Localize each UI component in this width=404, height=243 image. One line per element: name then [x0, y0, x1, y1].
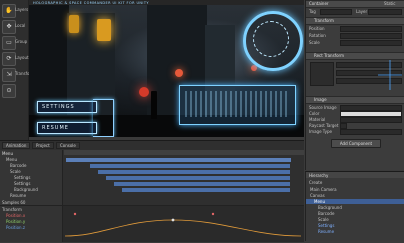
field-label: Position	[309, 26, 325, 31]
field-label: Scale	[309, 40, 320, 45]
add-component-button[interactable]: Add Component	[331, 139, 381, 148]
tag-label: Tag	[309, 9, 316, 14]
position-field[interactable]	[340, 26, 402, 32]
move-icon: ✥	[6, 23, 12, 30]
tag-dropdown[interactable]	[320, 9, 352, 15]
pivot-tool-button[interactable]: ⊙	[2, 84, 16, 98]
hierarchy-item[interactable]: Scale	[318, 217, 329, 222]
red-glow	[139, 87, 149, 97]
field-label: Rotation	[309, 33, 326, 38]
rotate-icon: ⟳	[6, 55, 12, 62]
section-rect-transform: Rect Transform	[314, 53, 344, 58]
hierarchy-title: Hierarchy	[309, 173, 329, 178]
anim-row[interactable]: Settings	[14, 181, 30, 186]
settings-menu-button[interactable]: SETTINGS	[37, 101, 97, 113]
anim-row[interactable]: Barcode	[10, 163, 26, 168]
hand-icon: ✋	[5, 7, 13, 14]
hierarchy-item[interactable]: Settings	[318, 223, 334, 228]
scale-field[interactable]	[340, 40, 402, 46]
tab-project[interactable]: Project	[32, 142, 54, 149]
curve-row[interactable]: Position.x	[6, 213, 25, 218]
move-tool-button[interactable]: ✥	[2, 20, 16, 34]
hud-panel-lines	[185, 91, 288, 117]
red-glow	[175, 69, 183, 77]
keyframe-bar[interactable]	[66, 158, 291, 162]
field-label: Color	[309, 111, 320, 116]
keyframe-bar[interactable]	[90, 164, 290, 168]
anim-row[interactable]: Resume	[10, 193, 26, 198]
tool-label: Group	[15, 39, 28, 44]
static-toggle[interactable]: Static	[384, 1, 395, 6]
scale-tool-button[interactable]: ⇲	[2, 68, 16, 82]
tool-label: Local	[15, 23, 26, 28]
section-transform: Transform	[314, 18, 334, 23]
anim-row[interactable]: Settings	[14, 175, 30, 180]
traffic-light	[97, 19, 111, 41]
tool-strip: ✋ Layers ✥ Local ▭ Group ⟳ Layout ⇲ Tran…	[0, 0, 35, 150]
hierarchy-item-selected[interactable]: Menu	[314, 199, 325, 204]
rect-tool-button[interactable]: ▭	[2, 36, 16, 50]
hierarchy-item[interactable]: Background	[318, 205, 342, 210]
material-field[interactable]	[340, 117, 402, 123]
create-dropdown[interactable]: Create	[309, 180, 322, 185]
hierarchy-item[interactable]: Canvas	[310, 193, 325, 198]
field-label: Image Type	[309, 129, 332, 134]
section-image: Image	[314, 97, 327, 102]
pivot-icon: ⊙	[6, 87, 12, 94]
curve-row[interactable]: Position.z	[6, 225, 25, 230]
keyframe-bar[interactable]	[106, 176, 290, 180]
hierarchy-item[interactable]: Main Camera	[310, 187, 337, 192]
keyframe-bar[interactable]	[98, 170, 290, 174]
anchor-gizmo-icon	[378, 58, 402, 92]
hierarchy-panel: Hierarchy Create Main Camera Canvas Menu…	[305, 171, 404, 241]
field-label: Source Image	[309, 105, 337, 110]
anim-row[interactable]: Menu	[6, 157, 17, 162]
rotation-field[interactable]	[340, 33, 402, 39]
tab-console[interactable]: Console	[56, 142, 80, 149]
tool-label: Layout	[15, 55, 29, 60]
traffic-light	[69, 15, 79, 33]
resume-menu-button[interactable]: RESUME	[37, 122, 97, 134]
scale-icon: ⇲	[6, 71, 12, 78]
inspector-panel: Container Static Tag Layer Transform Pos…	[305, 0, 404, 170]
keyframe-bar[interactable]	[122, 188, 290, 192]
hierarchy-item[interactable]: Resume	[318, 229, 334, 234]
curve-editor[interactable]	[63, 205, 304, 242]
curve-row[interactable]: Transform	[2, 207, 22, 212]
rect-icon: ▭	[6, 39, 12, 46]
menu-bracket	[93, 99, 114, 137]
anim-row[interactable]: Scale	[10, 169, 21, 174]
figure-silhouette	[151, 91, 157, 119]
image-type-dropdown[interactable]	[340, 129, 402, 135]
anchor-preset[interactable]	[310, 62, 334, 86]
scene-viewport[interactable]: SETTINGS RESUME	[29, 5, 304, 137]
field-label: Raycast Target	[309, 123, 339, 128]
field-label: Material	[309, 117, 326, 122]
tab-animation[interactable]: Animation	[2, 142, 31, 149]
hierarchy-item[interactable]: Barcode	[318, 211, 334, 216]
rotate-tool-button[interactable]: ⟳	[2, 52, 16, 66]
layer-label: Layer	[356, 9, 368, 14]
anim-row[interactable]: Background	[14, 187, 38, 192]
hand-tool-button[interactable]: ✋	[2, 4, 16, 18]
tool-label: Layers	[15, 7, 29, 12]
animation-panel: Animation Project Console Menu Menu Barc…	[0, 140, 304, 242]
timeline-ruler[interactable]	[64, 150, 304, 155]
layer-dropdown[interactable]	[368, 9, 402, 15]
keyframe-bar[interactable]	[114, 182, 290, 186]
hud-ring-inner	[253, 21, 289, 57]
curve-row[interactable]: Position.y	[6, 219, 25, 224]
clip-dropdown[interactable]: Menu	[2, 151, 13, 156]
object-name: Container	[309, 1, 329, 6]
